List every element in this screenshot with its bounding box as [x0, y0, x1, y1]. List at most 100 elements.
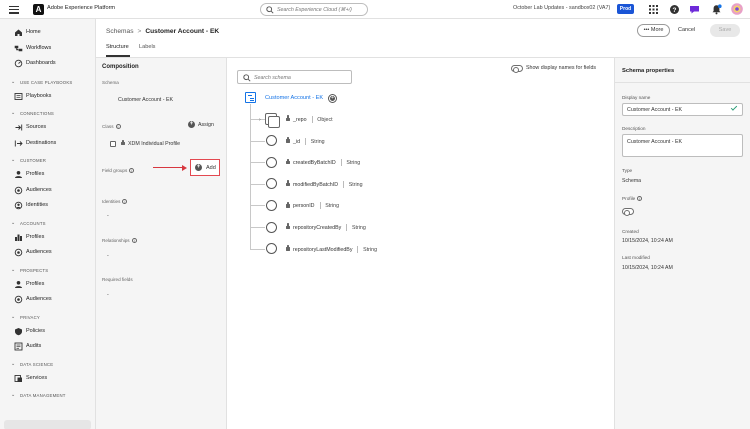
- more-button[interactable]: ••• More: [637, 24, 670, 37]
- composition-title: Composition: [102, 64, 139, 70]
- add-field-icon[interactable]: +: [328, 94, 337, 103]
- sidebar-section-privacy[interactable]: ⌄ PRIVACY: [0, 313, 96, 323]
- sidebar-item-profiles[interactable]: Profiles: [0, 278, 96, 292]
- tab-structure[interactable]: Structure: [106, 44, 129, 50]
- class-checkbox[interactable]: [110, 141, 116, 147]
- info-icon[interactable]: i: [115, 124, 121, 130]
- properties-divider: [614, 82, 750, 83]
- profile-icon: [15, 171, 22, 178]
- sidebar-item-identities[interactable]: Identities: [0, 199, 96, 213]
- field-name: repositoryCreatedBy: [293, 224, 342, 231]
- sidebar-item-playbooks[interactable]: Playbooks: [0, 90, 96, 104]
- class-label: Class: [102, 124, 114, 129]
- sidebar-item-services[interactable]: Services: [0, 372, 96, 386]
- info-icon[interactable]: i: [637, 196, 643, 202]
- chevron-down-icon: ⌄: [11, 360, 16, 367]
- field-name: modifiedByBatchID: [293, 181, 339, 188]
- info-icon[interactable]: i: [129, 168, 135, 174]
- schema-field-row[interactable]: createdByBatchID String: [286, 158, 360, 167]
- cancel-button[interactable]: Cancel: [678, 27, 695, 33]
- sidebar-item-label: Identities: [26, 202, 49, 208]
- global-search-input[interactable]: Search Experience Cloud (⌘+/): [260, 3, 368, 16]
- sidebar-section-customer[interactable]: ⌄ CUSTOMER: [0, 156, 96, 166]
- schema-field-row[interactable]: repositoryLastModifiedBy String: [286, 245, 377, 253]
- save-button[interactable]: Save: [710, 24, 740, 37]
- class-item[interactable]: XDM Individual Profile: [121, 139, 181, 147]
- apps-grid-icon[interactable]: [648, 4, 659, 15]
- sidebar-item-destinations[interactable]: Destinations: [0, 137, 96, 151]
- sidebar-item-audiences[interactable]: Audiences: [0, 184, 96, 198]
- class-value: XDM Individual Profile: [128, 141, 181, 147]
- sidebar-section-accounts[interactable]: ⌄ ACCOUNTS: [0, 219, 96, 229]
- display-name-input[interactable]: Customer Account - EK: [622, 103, 743, 116]
- field-separator: [357, 245, 359, 253]
- sidebar-item-label: Profiles: [26, 280, 45, 287]
- field-type: String: [310, 138, 325, 145]
- field-separator: [346, 224, 347, 231]
- feedback-icon[interactable]: [689, 4, 700, 15]
- assign-label: Assign: [198, 121, 214, 128]
- field-node-icon: [266, 178, 277, 190]
- sidebar-item-policies[interactable]: Policies: [0, 325, 96, 339]
- relationships-value: -: [107, 253, 109, 259]
- sidebar-section-data-science[interactable]: ⌄ DATA SCIENCE: [0, 360, 96, 370]
- hamburger-menu-icon[interactable]: [7, 4, 21, 15]
- sidebar-item-audits[interactable]: Audits: [0, 340, 96, 354]
- add-circle-icon: +: [188, 121, 195, 128]
- sidebar-item-label: Home: [26, 29, 41, 35]
- schema-search-input[interactable]: Search schema: [237, 70, 352, 84]
- schema-field-row[interactable]: personID String: [286, 202, 339, 210]
- svg-text:?: ?: [673, 7, 677, 14]
- field-node-icon: [266, 135, 277, 147]
- add-field-group-button[interactable]: + Add: [190, 159, 220, 176]
- schema-link[interactable]: Customer Account - EK: [118, 97, 173, 103]
- avatar[interactable]: [731, 3, 743, 15]
- add-label: Add: [206, 165, 216, 171]
- sidebar-item-audiences[interactable]: Audiences: [0, 246, 96, 260]
- sidebar-item-workflows[interactable]: Workflows: [0, 42, 96, 56]
- sources-icon: [15, 124, 23, 131]
- breadcrumb-separator: >: [137, 28, 142, 35]
- sidebar-item-home[interactable]: Home: [0, 26, 96, 40]
- services-icon: [14, 374, 22, 382]
- info-icon[interactable]: i: [122, 199, 128, 205]
- tab-labels[interactable]: Labels: [139, 44, 155, 50]
- sidebar-section-title: PROSPECTS: [20, 267, 49, 273]
- sidebar-section-use-case-playbooks[interactable]: ⌄ USE CASE PLAYBOOKS: [0, 78, 96, 88]
- schema-field-row[interactable]: repositoryCreatedBy String: [286, 223, 366, 231]
- notifications-icon[interactable]: [711, 4, 722, 15]
- info-icon[interactable]: i: [131, 238, 137, 244]
- schema-field-row[interactable]: _repo Object: [286, 115, 333, 123]
- app-title[interactable]: Adobe Experience Platform: [47, 5, 115, 11]
- sidebar-section-prospects[interactable]: ⌄ PROSPECTS: [0, 266, 96, 276]
- sidebar-section-connections[interactable]: ⌄ CONNECTIONS: [0, 109, 96, 119]
- sidebar-item-sources[interactable]: Sources: [0, 121, 96, 135]
- schema-field-row[interactable]: _id String: [286, 137, 325, 145]
- description-label: Description: [622, 126, 646, 131]
- field-node-icon: [266, 199, 277, 211]
- sidebar-item-profiles[interactable]: Profiles: [0, 231, 96, 245]
- expand-chevron-icon[interactable]: ›: [259, 117, 261, 123]
- breadcrumb: Schemas > Customer Account - EK: [106, 28, 219, 35]
- callout-arrow-head-icon: [182, 164, 187, 171]
- schema-root-node[interactable]: Customer Account - EK: [265, 95, 323, 101]
- sidebar-item-audiences[interactable]: Audiences: [0, 293, 96, 307]
- assign-class-button[interactable]: + Assign: [188, 121, 214, 128]
- profile-toggle[interactable]: [622, 208, 634, 216]
- field-groups-label-row: Field groups i: [102, 168, 135, 174]
- help-icon[interactable]: ?: [669, 4, 680, 15]
- sandbox-switcher[interactable]: October Lab Updates - sandbox02 (VA7): [513, 5, 610, 11]
- description-textarea[interactable]: Customer Account - EK: [622, 134, 743, 157]
- breadcrumb-schemas-link[interactable]: Schemas: [106, 28, 134, 35]
- schema-field-row[interactable]: modifiedByBatchID String: [286, 180, 363, 188]
- chevron-down-icon: ⌄: [11, 219, 16, 226]
- sidebar-section-data-management[interactable]: ⌄ DATA MANAGEMENT: [0, 391, 96, 401]
- identities-label: Identities: [102, 199, 121, 204]
- chevron-down-icon: ⌄: [11, 392, 16, 398]
- sidebar-item-label: Services: [26, 374, 48, 381]
- adobe-logo-icon[interactable]: A: [33, 4, 44, 15]
- sidebar-item-profiles[interactable]: Profiles: [0, 168, 96, 182]
- display-names-toggle[interactable]: [511, 65, 523, 73]
- sidebar-item-dashboards[interactable]: Dashboards: [0, 57, 96, 71]
- field-separator: [311, 116, 313, 123]
